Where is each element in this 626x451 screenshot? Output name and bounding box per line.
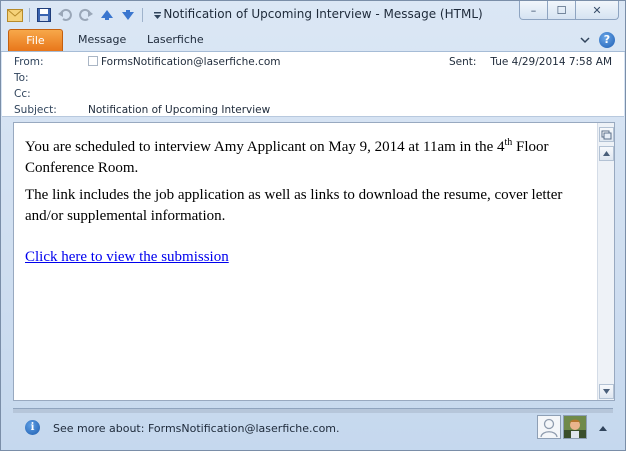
message-body: You are scheduled to interview Amy Appli… bbox=[13, 122, 615, 401]
collapse-people-pane-icon[interactable] bbox=[599, 421, 607, 434]
info-icon: i bbox=[25, 420, 40, 435]
tab-file[interactable]: File bbox=[8, 29, 63, 51]
contact-avatar-photo[interactable] bbox=[563, 415, 587, 439]
submission-link[interactable]: Click here to view the submission bbox=[25, 249, 229, 265]
sent-label: Sent: bbox=[448, 56, 477, 68]
ribbon-tabs: File Message Laserfiche ? bbox=[1, 29, 625, 52]
from-address[interactable]: FormsNotification@laserfiche.com bbox=[101, 56, 281, 68]
title-bar: Notification of Upcoming Interview - Mes… bbox=[1, 1, 625, 29]
message-window: Notification of Upcoming Interview - Mes… bbox=[0, 0, 626, 451]
tab-laserfiche[interactable]: Laserfiche bbox=[147, 29, 204, 50]
tab-message[interactable]: Message bbox=[78, 29, 126, 50]
maximize-button[interactable]: ☐ bbox=[548, 1, 576, 20]
contact-avatar-placeholder[interactable] bbox=[537, 415, 561, 439]
vertical-scrollbar[interactable] bbox=[597, 123, 614, 400]
people-pane-splitter[interactable] bbox=[13, 408, 613, 413]
close-button[interactable]: ✕ bbox=[576, 1, 619, 20]
subject-label: Subject: bbox=[14, 104, 57, 116]
people-pane: i See more about: FormsNotification@lase… bbox=[1, 415, 625, 449]
body-paragraph: You are scheduled to interview Amy Appli… bbox=[25, 137, 590, 179]
ribbon-right-controls: ? bbox=[580, 32, 615, 48]
cc-label: Cc: bbox=[14, 88, 31, 100]
message-options-icon[interactable] bbox=[599, 127, 614, 142]
scroll-up-button[interactable] bbox=[599, 146, 614, 161]
sent-info: Sent: Tue 4/29/2014 7:58 AM bbox=[449, 56, 612, 68]
subject-value: Notification of Upcoming Interview bbox=[88, 104, 271, 116]
to-label: To: bbox=[14, 72, 29, 84]
from-label: From: bbox=[14, 56, 44, 68]
link-paragraph: Click here to view the submission bbox=[25, 247, 590, 268]
minimize-button[interactable]: – bbox=[519, 1, 548, 20]
expand-ribbon-icon[interactable] bbox=[580, 34, 590, 47]
scroll-down-button[interactable] bbox=[599, 384, 614, 399]
from-value[interactable]: FormsNotification@laserfiche.com bbox=[88, 56, 281, 68]
sent-value: Tue 4/29/2014 7:58 AM bbox=[490, 56, 612, 68]
window-controls: – ☐ ✕ bbox=[519, 1, 619, 20]
sender-checkbox-icon bbox=[88, 56, 98, 66]
see-more-text: See more about: FormsNotification@laserf… bbox=[53, 422, 340, 435]
help-icon[interactable]: ? bbox=[599, 32, 615, 48]
body-paragraph: The link includes the job application as… bbox=[25, 187, 563, 224]
message-content: You are scheduled to interview Amy Appli… bbox=[25, 137, 590, 274]
message-header: From: FormsNotification@laserfiche.com T… bbox=[2, 52, 624, 117]
body-text: You are scheduled to interview Amy Appli… bbox=[25, 139, 505, 155]
